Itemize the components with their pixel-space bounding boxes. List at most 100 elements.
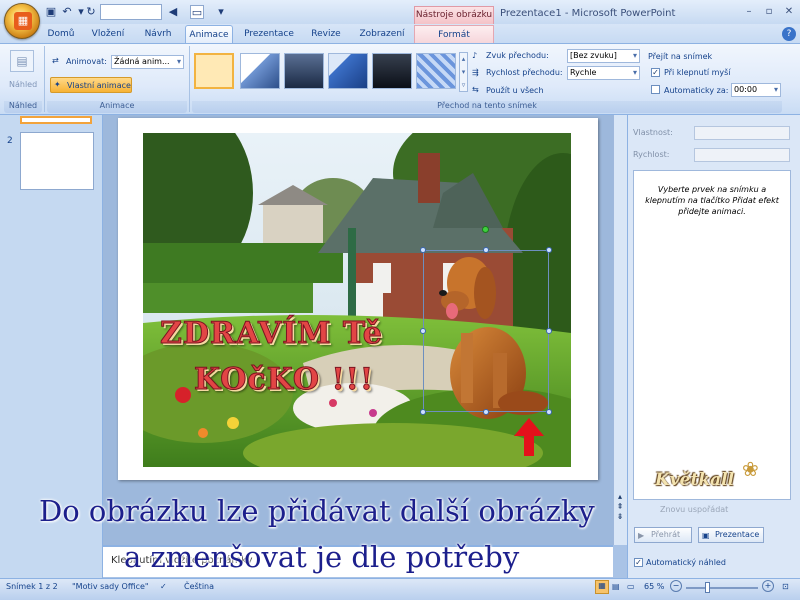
tab-view[interactable]: Zobrazení xyxy=(354,25,410,43)
play-icon: ▶ xyxy=(638,531,645,540)
zoom-slider[interactable] xyxy=(686,587,758,589)
sound-icon: ♪ xyxy=(472,51,478,60)
play-button[interactable]: ▶ Přehrát xyxy=(634,527,692,543)
qat-font-box[interactable] xyxy=(100,4,162,20)
tab-home[interactable]: Domů xyxy=(42,25,80,43)
slide-thumbnail-1[interactable] xyxy=(20,116,92,124)
zoom-slider-thumb[interactable] xyxy=(705,582,710,593)
caption-line-1: Do obrázku lze přidávat další obrázky xyxy=(39,494,595,528)
speed-dropdown[interactable]: Rychle xyxy=(567,66,640,80)
speed-pane-label: Rychlost: xyxy=(633,150,670,159)
vertical-scrollbar[interactable] xyxy=(613,115,627,545)
slide-info: Snímek 1 z 2 xyxy=(6,582,58,591)
red-arrow-icon xyxy=(514,418,544,456)
slideshow-view-icon[interactable]: ▭ xyxy=(627,582,635,591)
zoom-in-icon[interactable]: + xyxy=(762,580,774,592)
transition-fade-thumb[interactable] xyxy=(240,53,280,89)
close-icon[interactable]: ✕ xyxy=(780,5,798,19)
on-click-label: Při klepnutí myší xyxy=(664,68,731,77)
window-title: Prezentace1 - Microsoft PowerPoint xyxy=(500,8,676,19)
resize-handle[interactable] xyxy=(546,247,552,253)
auto-after-checkbox[interactable] xyxy=(651,85,660,94)
save-icon[interactable]: ▣ xyxy=(44,5,58,19)
sound-dropdown[interactable]: [Bez zvuku] xyxy=(567,49,640,63)
zoom-level[interactable]: 65 % xyxy=(644,582,664,591)
animate-label: Animovat: xyxy=(66,57,107,66)
resize-handle[interactable] xyxy=(483,247,489,253)
preview-button[interactable]: Náhled xyxy=(9,80,37,89)
preview-group-label: Náhled xyxy=(4,101,42,113)
animations-group-label: Animace xyxy=(47,101,187,113)
zoom-out-icon[interactable]: − xyxy=(670,580,682,592)
selection-frame xyxy=(423,250,549,412)
customize-qat-icon[interactable]: ▾ xyxy=(214,5,228,19)
normal-view-icon[interactable]: ▦ xyxy=(595,580,609,594)
greeting-line-2: KOčKO !!! xyxy=(193,362,375,398)
sound-label: Zvuk přechodu: xyxy=(486,51,549,60)
fit-window-icon[interactable]: ⊡ xyxy=(782,582,789,591)
prev-next-slide-icon[interactable]: ▴ ⇞ ⇟ xyxy=(615,492,625,522)
redo-icon[interactable]: ↻ xyxy=(84,5,98,19)
minimize-icon[interactable]: – xyxy=(740,5,758,19)
auto-preview-checkbox[interactable]: ✓ xyxy=(634,558,643,567)
transition-dissolve-thumb[interactable] xyxy=(416,53,456,89)
transition-none-thumb[interactable] xyxy=(194,53,234,89)
resize-handle[interactable] xyxy=(420,328,426,334)
rotate-handle[interactable] xyxy=(482,226,489,233)
apply-all-button[interactable]: Použít u všech xyxy=(486,86,544,95)
language[interactable]: Čeština xyxy=(184,582,214,591)
resize-handle[interactable] xyxy=(420,409,426,415)
animation-hint: Vyberte prvek na snímku a klepnutím na t… xyxy=(645,185,779,216)
resize-handle[interactable] xyxy=(420,247,426,253)
auto-preview-label: Automatický náhled xyxy=(646,558,726,567)
preview-icon[interactable]: ▤ xyxy=(10,50,34,72)
theme-name[interactable]: "Motiv sady Office" xyxy=(72,582,149,591)
animation-list[interactable] xyxy=(633,170,791,500)
presentation-label: Prezentace xyxy=(715,530,760,539)
presentation-icon: ▣ xyxy=(702,531,710,540)
resize-handle[interactable] xyxy=(483,409,489,415)
tab-format[interactable]: Formát xyxy=(414,25,494,43)
transition-cut-thumb[interactable] xyxy=(328,53,368,89)
slide-thumbnail-2[interactable] xyxy=(20,132,94,190)
office-button[interactable]: ▦ xyxy=(4,3,40,39)
advance-header: Přejít na snímek xyxy=(648,52,713,61)
transition-black-thumb[interactable] xyxy=(284,53,324,89)
slide-number-2: 2 xyxy=(7,136,13,146)
apply-all-icon: ⇆ xyxy=(472,85,479,94)
transition-cut-black-thumb[interactable] xyxy=(372,53,412,89)
property-dropdown[interactable] xyxy=(694,126,790,140)
group-separator xyxy=(44,46,45,112)
animate-dropdown[interactable]: Žádná anim... xyxy=(111,55,184,69)
greeting-line-1: ZDRAVÍM Tě xyxy=(160,316,383,352)
transition-group-label: Přechod na tento snímek xyxy=(192,101,782,113)
tab-design[interactable]: Návrh xyxy=(138,25,178,43)
slide-sorter-icon[interactable]: ▤ xyxy=(612,582,620,591)
custom-animation-button[interactable]: ✦ Vlastní animace xyxy=(50,77,132,93)
office-logo-icon: ▦ xyxy=(14,12,32,30)
view-icon[interactable]: ▭ xyxy=(190,5,204,19)
tab-animations[interactable]: Animace xyxy=(185,25,233,43)
tab-slideshow[interactable]: Prezentace xyxy=(240,25,298,43)
auto-after-input[interactable]: 00:00 xyxy=(731,83,781,97)
insert-icon[interactable]: ◀ xyxy=(166,5,180,19)
speed-pane-dropdown[interactable] xyxy=(694,148,790,162)
presentation-button[interactable]: ▣ Prezentace xyxy=(698,527,764,543)
reorder-label[interactable]: Znovu uspořádat xyxy=(660,505,728,514)
help-icon[interactable]: ? xyxy=(782,27,796,41)
gallery-scroll[interactable]: ▴ ▾ ▿ xyxy=(459,52,468,92)
resize-handle[interactable] xyxy=(546,328,552,334)
undo-icon[interactable]: ↶ xyxy=(60,5,74,19)
on-click-checkbox[interactable]: ✓ xyxy=(651,68,660,77)
tab-insert[interactable]: Vložení xyxy=(86,25,130,43)
group-separator xyxy=(189,46,190,112)
resize-handle[interactable] xyxy=(546,409,552,415)
tab-review[interactable]: Revize xyxy=(304,25,348,43)
custom-animation-icon: ✦ xyxy=(54,80,61,89)
play-label: Přehrát xyxy=(651,530,681,539)
spellcheck-icon[interactable]: ✓ xyxy=(160,582,167,591)
restore-icon[interactable]: ▫ xyxy=(760,5,778,19)
speed-label: Rychlost přechodu: xyxy=(486,68,563,77)
speed-icon: ⇶ xyxy=(472,68,479,77)
picture-tools-header: Nástroje obrázku xyxy=(414,6,494,24)
